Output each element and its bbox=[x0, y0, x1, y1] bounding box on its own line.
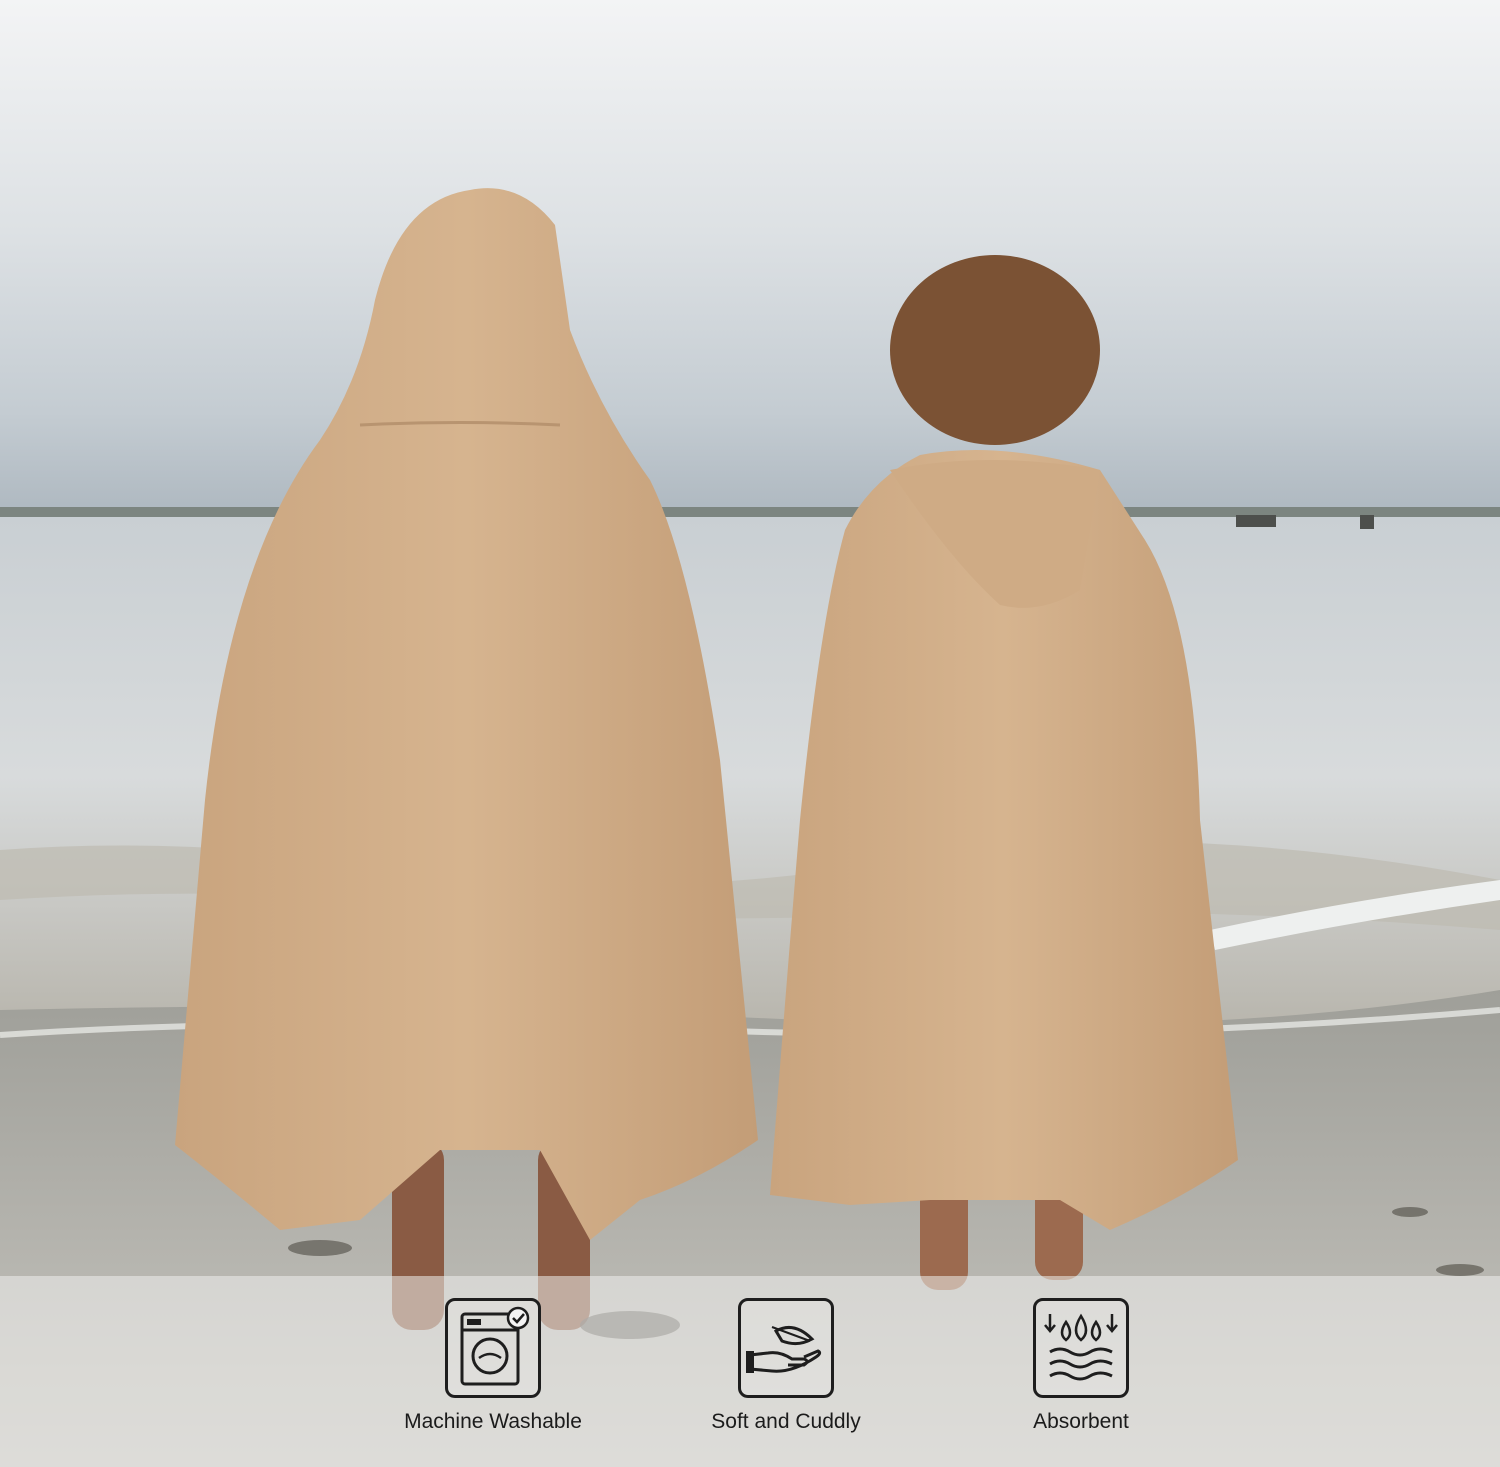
feature-label: Machine Washable bbox=[404, 1410, 582, 1433]
feature-machine-washable: Machine Washable bbox=[383, 1298, 603, 1434]
feather-hand-icon bbox=[738, 1298, 834, 1398]
water-drops-icon bbox=[1033, 1298, 1129, 1398]
beach-scene bbox=[0, 0, 1500, 1467]
product-photo: Machine Washable Soft and Cuddly Absorbe… bbox=[0, 0, 1500, 1467]
feature-label: Absorbent bbox=[1033, 1410, 1129, 1433]
washing-machine-icon bbox=[445, 1298, 541, 1398]
feature-label: Soft and Cuddly bbox=[711, 1410, 861, 1433]
hair bbox=[890, 255, 1100, 445]
sky bbox=[0, 0, 1500, 515]
feature-soft-and-cuddly: Soft and Cuddly bbox=[676, 1298, 896, 1434]
feature-absorbent: Absorbent bbox=[971, 1298, 1191, 1434]
